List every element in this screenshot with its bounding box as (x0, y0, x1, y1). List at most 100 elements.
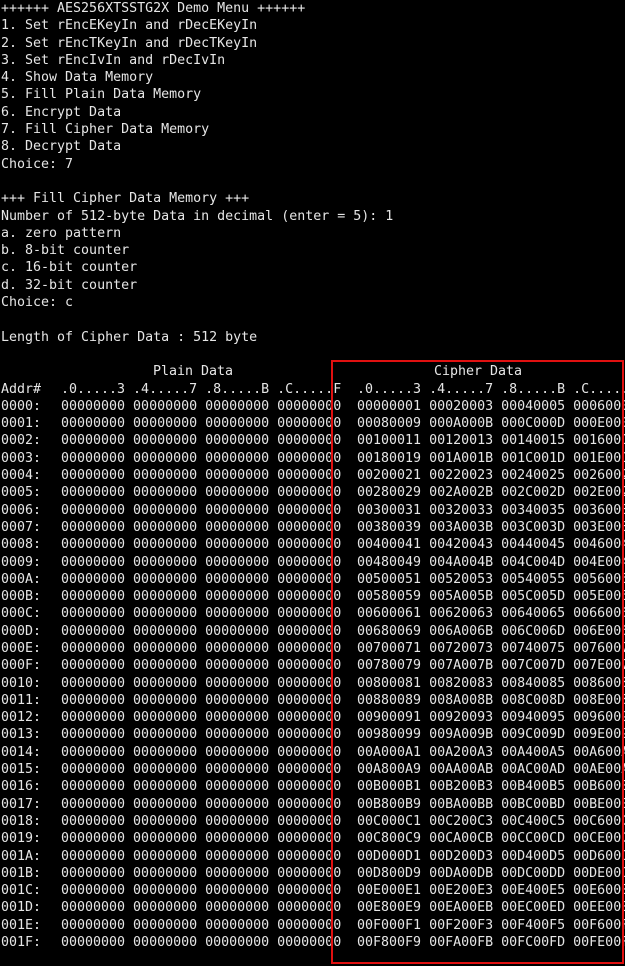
row-address: 0013: (1, 727, 42, 743)
terminal-window[interactable]: ++++++ AES256XTSSTG2X Demo Menu ++++++ 1… (0, 0, 625, 966)
cipher-data-cells: 00480049 004A004B 004C004D 004E004F (333, 554, 625, 570)
table-row: 0008: 00000000 00000000 00000000 0000000… (1, 536, 625, 553)
table-row: 0004: 00000000 00000000 00000000 0000000… (1, 467, 625, 484)
table-row: 0016: 00000000 00000000 00000000 0000000… (1, 778, 625, 795)
count-prompt: Number of 512-byte Data in decimal (ente… (1, 208, 394, 224)
cipher-data-cells: 00380039 003A003B 003C003D 003E003F (333, 519, 625, 535)
row-address: 001A: (1, 848, 42, 864)
row-address: 0000: (1, 398, 42, 414)
plain-data-cells: 00000000 00000000 00000000 00000000 (53, 692, 342, 708)
cipher-data-cells: 00200021 00220023 00240025 00260027 (333, 468, 625, 484)
cipher-data-cells: 00600061 00620063 00640065 00660067 (333, 606, 625, 622)
plain-data-cells: 00000000 00000000 00000000 00000000 (53, 519, 342, 535)
table-row: 001A: 00000000 00000000 00000000 0000000… (1, 848, 625, 865)
plain-data-cells: 00000000 00000000 00000000 00000000 (53, 554, 342, 570)
row-address: 0006: (1, 502, 42, 518)
table-row: 0019: 00000000 00000000 00000000 0000000… (1, 830, 625, 847)
table-row: 001B: 00000000 00000000 00000000 0000000… (1, 865, 625, 882)
row-address: 000A: (1, 571, 42, 587)
menu-item-7: 7. Fill Cipher Data Memory (1, 122, 210, 138)
plain-column-header: .0.....3 .4.....7 .8.....B .C.....F (53, 381, 342, 397)
cipher-data-cells: 00980099 009A009B 009C009D 009E009F (333, 727, 625, 743)
table-row: 0005: 00000000 00000000 00000000 0000000… (1, 484, 625, 501)
cipher-data-cells: 00B800B9 00BA00BB 00BC00BD 00BE00BF (333, 796, 625, 812)
row-address: 0017: (1, 796, 42, 812)
row-address: 0016: (1, 779, 42, 795)
plain-data-title: Plain Data (152, 364, 234, 380)
table-row: 000F: 00000000 00000000 00000000 0000000… (1, 657, 625, 674)
table-row: 0018: 00000000 00000000 00000000 0000000… (1, 813, 625, 830)
menu-choice: Choice: 7 (1, 156, 74, 172)
plain-data-cells: 00000000 00000000 00000000 00000000 (53, 675, 342, 691)
table-row: 0002: 00000000 00000000 00000000 0000000… (1, 432, 625, 449)
plain-data-cells: 00000000 00000000 00000000 00000000 (53, 935, 342, 951)
plain-data-cells: 00000000 00000000 00000000 00000000 (53, 571, 342, 587)
plain-data-cells: 00000000 00000000 00000000 00000000 (53, 762, 342, 778)
cipher-data-cells: 00A800A9 00AA00AB 00AC00AD 00AE00AF (333, 762, 625, 778)
row-address: 000D: (1, 623, 42, 639)
dump-table: 0000: 00000000 00000000 00000000 0000000… (1, 398, 625, 952)
plain-data-cells: 00000000 00000000 00000000 00000000 (53, 623, 342, 639)
menu-item-5: 5. Fill Plain Data Memory (1, 87, 202, 103)
plain-data-cells: 00000000 00000000 00000000 00000000 (53, 537, 342, 553)
cipher-data-cells: 00C800C9 00CA00CB 00CC00CD 00CE00CF (333, 831, 625, 847)
cipher-data-cells: 00180019 001A001B 001C001D 001E001F (333, 450, 625, 466)
addr-header: Addr# (1, 381, 42, 397)
option-8bit-counter: b. 8-bit counter (1, 243, 130, 259)
table-row: 0007: 00000000 00000000 00000000 0000000… (1, 519, 625, 536)
plain-data-cells: 00000000 00000000 00000000 00000000 (53, 710, 342, 726)
row-address: 0008: (1, 537, 42, 553)
cipher-data-cells: 00700071 00720073 00740075 00760077 (333, 640, 625, 656)
cipher-data-cells: 00A000A1 00A200A3 00A400A5 00A600A7 (333, 744, 625, 760)
plain-data-cells: 00000000 00000000 00000000 00000000 (53, 433, 342, 449)
cipher-data-cells: 00E000E1 00E200E3 00E400E5 00E600E7 (333, 883, 625, 899)
cipher-data-cells: 00800081 00820083 00840085 00860087 (333, 675, 625, 691)
row-address: 0019: (1, 831, 42, 847)
cipher-data-cells: 00E800E9 00EA00EB 00EC00ED 00EE00EF (333, 900, 625, 916)
plain-data-cells: 00000000 00000000 00000000 00000000 (53, 883, 342, 899)
cipher-data-cells: 00780079 007A007B 007C007D 007E007F (333, 658, 625, 674)
row-address: 001B: (1, 865, 42, 881)
row-address: 000E: (1, 640, 42, 656)
plain-data-cells: 00000000 00000000 00000000 00000000 (53, 606, 342, 622)
plain-data-cells: 00000000 00000000 00000000 00000000 (53, 744, 342, 760)
table-row: 0017: 00000000 00000000 00000000 0000000… (1, 796, 625, 813)
menu-item-1: 1. Set rEncEKeyIn and rDecEKeyIn (1, 18, 258, 34)
cipher-data-cells: 00D800D9 00DA00DB 00DC00DD 00DE00DF (333, 865, 625, 881)
row-address: 0011: (1, 692, 42, 708)
plain-data-cells: 00000000 00000000 00000000 00000000 (53, 658, 342, 674)
plain-data-cells: 00000000 00000000 00000000 00000000 (53, 779, 342, 795)
row-address: 001C: (1, 883, 42, 899)
row-address: 0007: (1, 519, 42, 535)
plain-data-cells: 00000000 00000000 00000000 00000000 (53, 727, 342, 743)
option-16bit-counter: c. 16-bit counter (1, 260, 138, 276)
plain-data-cells: 00000000 00000000 00000000 00000000 (53, 589, 342, 605)
cipher-data-cells: 00100011 00120013 00140015 00160017 (333, 433, 625, 449)
plain-data-cells: 00000000 00000000 00000000 00000000 (53, 917, 342, 933)
plain-data-cells: 00000000 00000000 00000000 00000000 (53, 450, 342, 466)
option-zero-pattern: a. zero pattern (1, 225, 122, 241)
cipher-data-cells: 00F000F1 00F200F3 00F400F5 00F600F7 (333, 917, 625, 933)
row-address: 0018: (1, 813, 42, 829)
table-row: 000C: 00000000 00000000 00000000 0000000… (1, 605, 625, 622)
plain-data-cells: 00000000 00000000 00000000 00000000 (53, 865, 342, 881)
row-address: 0001: (1, 416, 42, 432)
table-row: 0006: 00000000 00000000 00000000 0000000… (1, 502, 625, 519)
menu-item-8: 8. Decrypt Data (1, 139, 122, 155)
table-row: 001E: 00000000 00000000 00000000 0000000… (1, 917, 625, 934)
length-line: Length of Cipher Data : 512 byte (1, 329, 258, 345)
table-row: 0009: 00000000 00000000 00000000 0000000… (1, 554, 625, 571)
table-row: 0014: 00000000 00000000 00000000 0000000… (1, 744, 625, 761)
cipher-data-cells: 00000001 00020003 00040005 00060007 (333, 398, 625, 414)
menu-item-6: 6. Encrypt Data (1, 104, 122, 120)
cipher-data-title: Cipher Data (433, 364, 523, 380)
table-row: 001F: 00000000 00000000 00000000 0000000… (1, 934, 625, 951)
row-address: 0004: (1, 468, 42, 484)
plain-data-cells: 00000000 00000000 00000000 00000000 (53, 485, 342, 501)
table-row: 0001: 00000000 00000000 00000000 0000000… (1, 415, 625, 432)
plain-data-cells: 00000000 00000000 00000000 00000000 (53, 468, 342, 484)
row-address: 0012: (1, 710, 42, 726)
